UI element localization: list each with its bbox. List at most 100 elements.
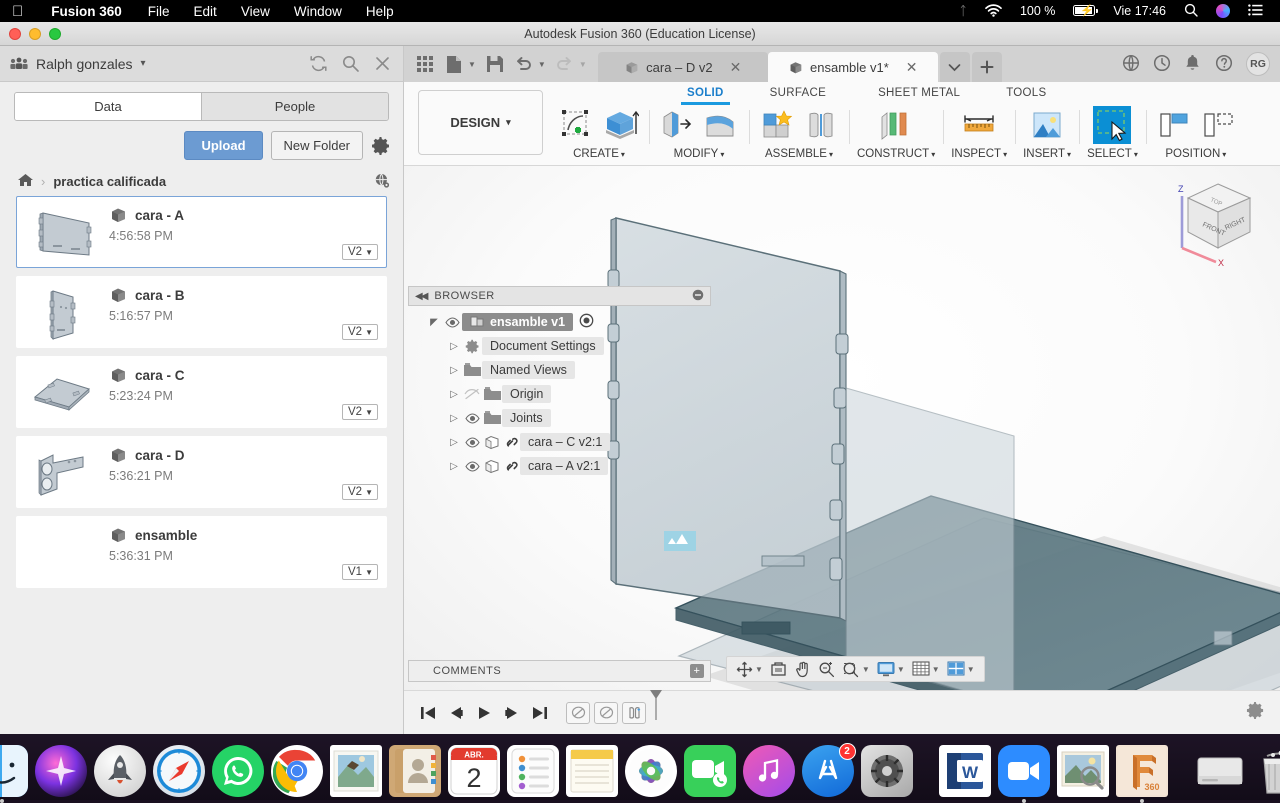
move-copy-icon[interactable] [1198,106,1238,144]
photos-icon[interactable] [625,745,677,797]
version-selector[interactable]: V2▼ [342,244,378,260]
avatar[interactable]: RG [1246,52,1270,76]
chevron-down-icon[interactable]: ▾ [931,150,935,159]
job-status-icon[interactable] [1153,54,1173,74]
mail-stamp-icon[interactable] [330,745,382,797]
visibility-eye-icon[interactable] [462,413,482,424]
dock-item-launchpad[interactable] [94,745,146,797]
tab-people[interactable]: People [201,93,388,120]
step-forward-icon[interactable] [498,699,526,727]
home-icon[interactable] [18,173,33,190]
new-component-icon[interactable] [757,106,797,144]
version-selector[interactable]: V1▼ [342,564,378,580]
dock-item-app-store[interactable]: 2 [802,745,854,797]
measure-icon[interactable] [959,106,999,144]
tree-node-ensamble[interactable]: ◤ [408,310,711,334]
dock-item-mail[interactable] [330,745,382,797]
zoom-app-icon[interactable] [998,745,1050,797]
fusion360-icon[interactable]: 360 [1116,745,1168,797]
tree-node-cara-a[interactable]: ▷ [408,454,711,478]
dock-item-preview[interactable] [1057,745,1109,797]
dock-item-notes[interactable] [566,745,618,797]
document-tab-cara-d[interactable]: cara – D v2 ✕ [598,52,768,82]
bluetooth-icon[interactable]: ᛏ [950,4,976,18]
zoom-icon[interactable] [816,659,838,679]
skip-start-icon[interactable] [414,699,442,727]
timeline-feature-joint-2[interactable] [594,702,618,724]
expand-triangle-icon[interactable]: ◤ [426,317,442,328]
chevron-down-icon[interactable]: ▼ [538,60,546,69]
refresh-icon[interactable] [309,54,329,74]
create-sketch-icon[interactable] [557,106,597,144]
tab-data[interactable]: Data [15,93,201,120]
comments-panel[interactable]: COMMENTS + [408,660,711,682]
3d-viewport[interactable]: FRONT RIGHT TOP Z X ◀◀ BROWSER [404,166,1280,690]
fillet-icon[interactable] [701,106,741,144]
visibility-eye-icon[interactable] [442,317,462,328]
battery-charging-icon[interactable]: ⚡ [1064,4,1104,18]
visibility-eye-off-icon[interactable] [462,388,482,400]
expand-triangle-icon[interactable]: ▷ [446,341,462,352]
orbit-icon[interactable] [733,659,755,679]
display-settings-icon[interactable] [875,659,897,679]
align-icon[interactable] [1154,106,1194,144]
tree-node-document-settings[interactable]: ▷ Document Settings [408,334,711,358]
safari-icon[interactable] [153,745,205,797]
select-window-icon[interactable] [1092,106,1132,144]
finder-icon[interactable] [0,745,28,797]
collapse-left-icon[interactable]: ◀◀ [415,291,426,302]
view-cube[interactable]: FRONT RIGHT TOP Z X [1172,174,1264,266]
notifications-bell-icon[interactable] [1184,54,1204,74]
list-item[interactable]: cara - D 5:36:21 PM V2▼ [16,436,387,508]
timeline-feature-joint-1[interactable] [566,702,590,724]
save-icon[interactable] [482,51,508,77]
menu-window[interactable]: Window [282,4,354,19]
tab-solid[interactable]: SOLID [677,82,734,104]
dock-item-whatsapp[interactable] [212,745,264,797]
chevron-down-icon[interactable]: ▾ [720,150,724,159]
list-item[interactable]: cara - C 5:23:24 PM V2▼ [16,356,387,428]
skip-end-icon[interactable] [526,699,554,727]
panel-label-select[interactable]: SELECT [1087,148,1132,160]
dock-item-system-preferences[interactable] [861,745,913,797]
visibility-eye-icon[interactable] [462,437,482,448]
list-item[interactable]: cara - A 4:56:58 PM V2▼ [16,196,387,268]
wifi-icon[interactable] [976,4,1011,19]
chrome-icon[interactable] [271,745,323,797]
dock-item-photos[interactable] [625,745,677,797]
menu-help[interactable]: Help [354,4,406,19]
expand-triangle-icon[interactable]: ▷ [446,437,462,448]
press-pull-icon[interactable] [657,106,697,144]
notes-icon[interactable] [566,745,618,797]
chevron-down-icon[interactable]: ▼ [897,665,905,674]
globe-share-icon[interactable] [373,172,391,190]
external-disk-icon[interactable] [1194,745,1246,797]
joint-icon[interactable] [801,106,841,144]
panel-label-assemble[interactable]: ASSEMBLE [765,148,827,160]
new-file-icon[interactable] [441,51,467,77]
version-selector[interactable]: V2▼ [342,484,378,500]
dock-item-siri[interactable] [35,745,87,797]
dock-item-trash[interactable] [1253,745,1280,797]
list-item[interactable]: cara - B 5:16:57 PM V2▼ [16,276,387,348]
menu-edit[interactable]: Edit [182,4,229,19]
undo-icon[interactable] [511,51,537,77]
dock-item-word[interactable]: W [939,745,991,797]
dock-item-chrome[interactable] [271,745,323,797]
menu-file[interactable]: File [136,4,182,19]
chevron-down-icon[interactable]: ▼ [932,665,940,674]
insert-image-icon[interactable] [1027,106,1067,144]
menu-view[interactable]: View [229,4,282,19]
extrude-icon[interactable] [601,106,641,144]
tab-tools[interactable]: TOOLS [996,82,1056,104]
chevron-down-icon[interactable]: ▾ [141,58,146,69]
panel-label-inspect[interactable]: INSPECT [951,148,1001,160]
chevron-down-icon[interactable]: ▾ [1222,150,1226,159]
gear-icon[interactable] [1246,701,1266,721]
browser-tree[interactable]: ◤ [408,306,711,478]
gear-icon[interactable] [371,136,391,156]
globe-icon[interactable] [1122,54,1142,74]
notification-center-icon[interactable] [1239,4,1272,19]
menu-bar-clock[interactable]: Vie 17:46 [1104,4,1175,18]
tab-sheet-metal[interactable]: SHEET METAL [868,82,970,104]
